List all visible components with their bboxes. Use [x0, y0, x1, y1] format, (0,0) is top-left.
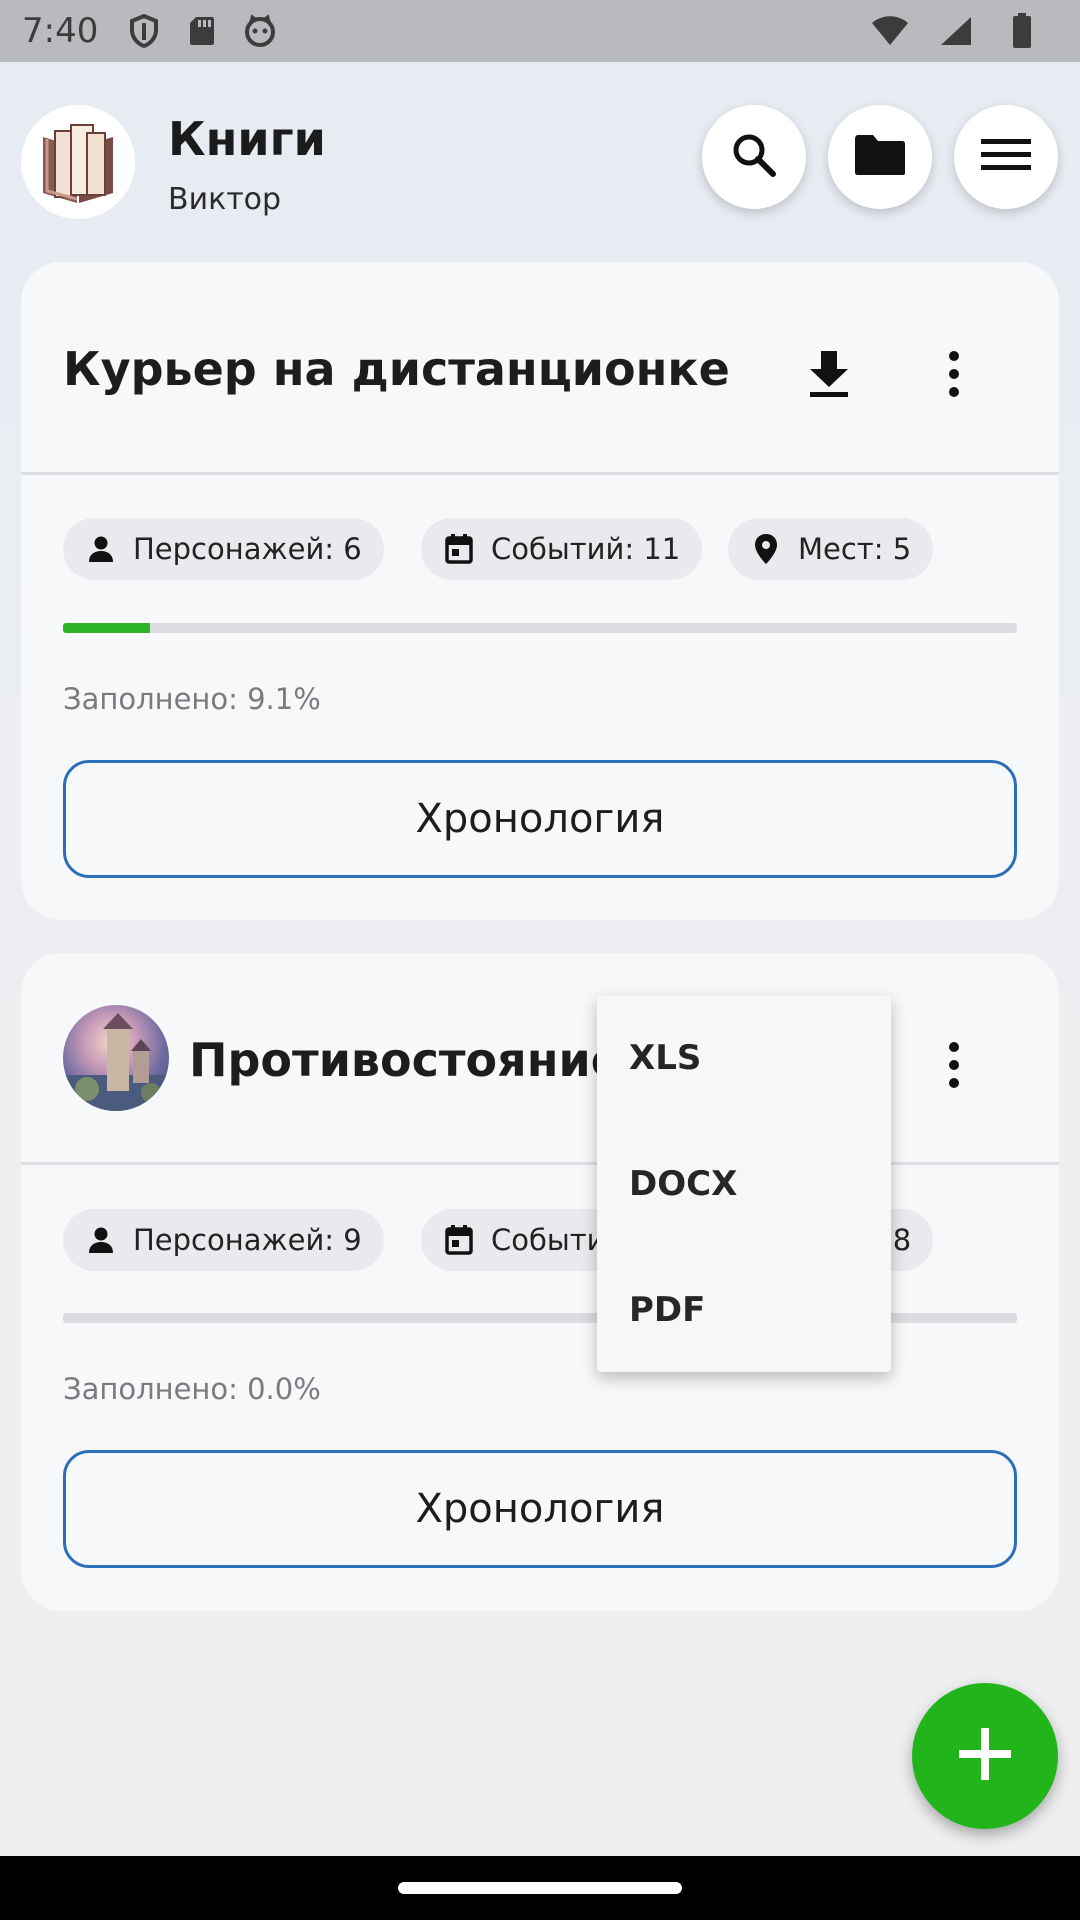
- person-icon: [85, 533, 117, 565]
- menu-item-docx[interactable]: DOCX: [629, 1164, 737, 1204]
- app-logo: [21, 105, 135, 219]
- sd-card-icon: [182, 11, 222, 51]
- divider: [21, 1162, 1059, 1165]
- shield-icon: [124, 11, 164, 51]
- places-chip: Мест: 5: [728, 518, 934, 580]
- add-book-button[interactable]: [912, 1683, 1058, 1829]
- download-icon: [807, 349, 851, 403]
- timeline-button[interactable]: Хронология: [63, 1450, 1017, 1568]
- person-icon: [85, 1224, 117, 1256]
- search-button[interactable]: [702, 105, 806, 209]
- menu-item-pdf[interactable]: PDF: [629, 1290, 705, 1330]
- plus-icon: [957, 1726, 1013, 1786]
- battery-icon: [1002, 11, 1042, 51]
- search-icon: [730, 131, 778, 183]
- cat-icon: [240, 11, 280, 51]
- divider: [21, 472, 1059, 475]
- navigation-bar: [0, 1856, 1080, 1920]
- characters-count: Персонажей: 9: [133, 1223, 362, 1257]
- progress-bar: [63, 623, 1017, 633]
- calendar-icon: [443, 533, 475, 565]
- characters-chip: Персонажей: 9: [63, 1209, 384, 1271]
- events-count: Событий: 11: [491, 532, 681, 566]
- wifi-icon: [870, 11, 910, 51]
- more-options-button[interactable]: [922, 344, 986, 408]
- places-count: Мест: 5: [798, 532, 912, 566]
- calendar-icon: [443, 1224, 475, 1256]
- export-menu: XLS DOCX PDF: [597, 996, 891, 1372]
- book-card[interactable]: Противостояние ре... Персонажей: 9 Событ…: [21, 953, 1059, 1611]
- signal-icon: [936, 11, 976, 51]
- characters-chip: Персонажей: 6: [63, 518, 384, 580]
- app-header: Книги Виктор: [0, 62, 1080, 262]
- more-vert-icon: [947, 1041, 961, 1093]
- events-chip: Событий: 11: [421, 518, 703, 580]
- menu-item-xls[interactable]: XLS: [629, 1038, 701, 1078]
- home-handle[interactable]: [398, 1882, 682, 1894]
- more-options-button[interactable]: [922, 1035, 986, 1099]
- page-title: Книги: [168, 112, 326, 166]
- folder-icon: [853, 133, 907, 181]
- user-name: Виктор: [168, 182, 282, 217]
- folder-button[interactable]: [828, 105, 932, 209]
- characters-count: Персонажей: 6: [133, 532, 362, 566]
- book-card[interactable]: Курьер на дистанционке Персонажей: 6 Соб…: [21, 262, 1059, 920]
- timeline-button[interactable]: Хронология: [63, 760, 1017, 878]
- filled-percentage: Заполнено: 9.1%: [63, 682, 321, 716]
- status-time: 7:40: [22, 11, 99, 51]
- menu-icon: [981, 137, 1031, 177]
- progress-fill: [63, 623, 150, 633]
- more-vert-icon: [947, 350, 961, 402]
- filled-percentage: Заполнено: 0.0%: [63, 1372, 321, 1406]
- book-title: Курьер на дистанционке: [63, 342, 730, 396]
- status-bar: 7:40: [0, 0, 1080, 62]
- download-button[interactable]: [797, 344, 861, 408]
- location-pin-icon: [750, 533, 782, 565]
- menu-button[interactable]: [954, 105, 1058, 209]
- book-cover: [63, 1005, 169, 1111]
